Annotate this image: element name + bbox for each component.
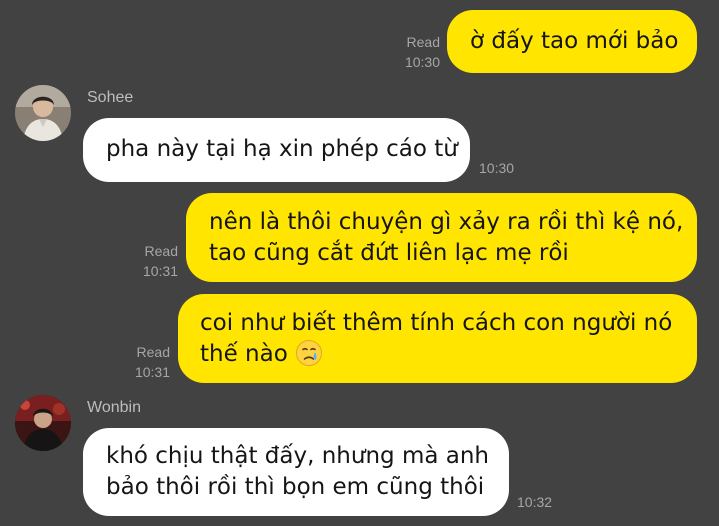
- sender-name: Sohee: [87, 89, 134, 106]
- crying-face-icon: [296, 340, 323, 366]
- sender-name: Wonbin: [87, 399, 141, 416]
- message-text-line: tao cũng cắt đứt liên lạc mẹ rồi: [209, 240, 569, 266]
- message-time: 10:31: [134, 364, 170, 380]
- message-bubble-incoming[interactable]: khó chịu thật đấy, nhưng mà anh bảo thôi…: [83, 428, 509, 516]
- avatar-sohee[interactable]: [15, 85, 71, 141]
- message-meta: Read 10:31: [118, 342, 170, 382]
- message-text-line: bảo thôi rồi thì bọn em cũng thôi: [106, 474, 485, 500]
- message-meta: Read 10:30: [388, 32, 440, 72]
- message-text-line: nên là thôi chuyện gì xảy ra rồi thì kệ …: [209, 209, 684, 235]
- read-status: Read: [136, 344, 170, 360]
- message-text: thế nào: [200, 341, 288, 367]
- message-text-line: khó chịu thật đấy, nhưng mà anh: [106, 443, 490, 469]
- avatar-photo: [15, 85, 71, 141]
- message-time: 10:30: [404, 54, 440, 70]
- read-status: Read: [406, 34, 440, 50]
- avatar-photo: [15, 395, 71, 451]
- message-text: ờ đấy tao mới bảo: [470, 28, 679, 54]
- message-time: 10:32: [517, 494, 553, 510]
- message-bubble-incoming[interactable]: pha này tại hạ xin phép cáo từ: [83, 118, 470, 182]
- message-time: 10:31: [142, 263, 178, 279]
- avatar-wonbin[interactable]: [15, 395, 71, 451]
- message-bubble-outgoing[interactable]: nên là thôi chuyện gì xảy ra rồi thì kệ …: [186, 193, 697, 282]
- message-bubble-outgoing[interactable]: coi như biết thêm tính cách con người nó…: [178, 294, 697, 383]
- message-text-line: thế nào: [200, 339, 697, 370]
- message-text-line: coi như biết thêm tính cách con người nó: [200, 310, 673, 336]
- message-time: 10:30: [479, 160, 515, 176]
- message-text: pha này tại hạ xin phép cáo từ: [106, 136, 458, 162]
- message-meta: Read 10:31: [126, 241, 178, 281]
- read-status: Read: [144, 243, 178, 259]
- message-bubble-outgoing[interactable]: ờ đấy tao mới bảo: [447, 10, 697, 73]
